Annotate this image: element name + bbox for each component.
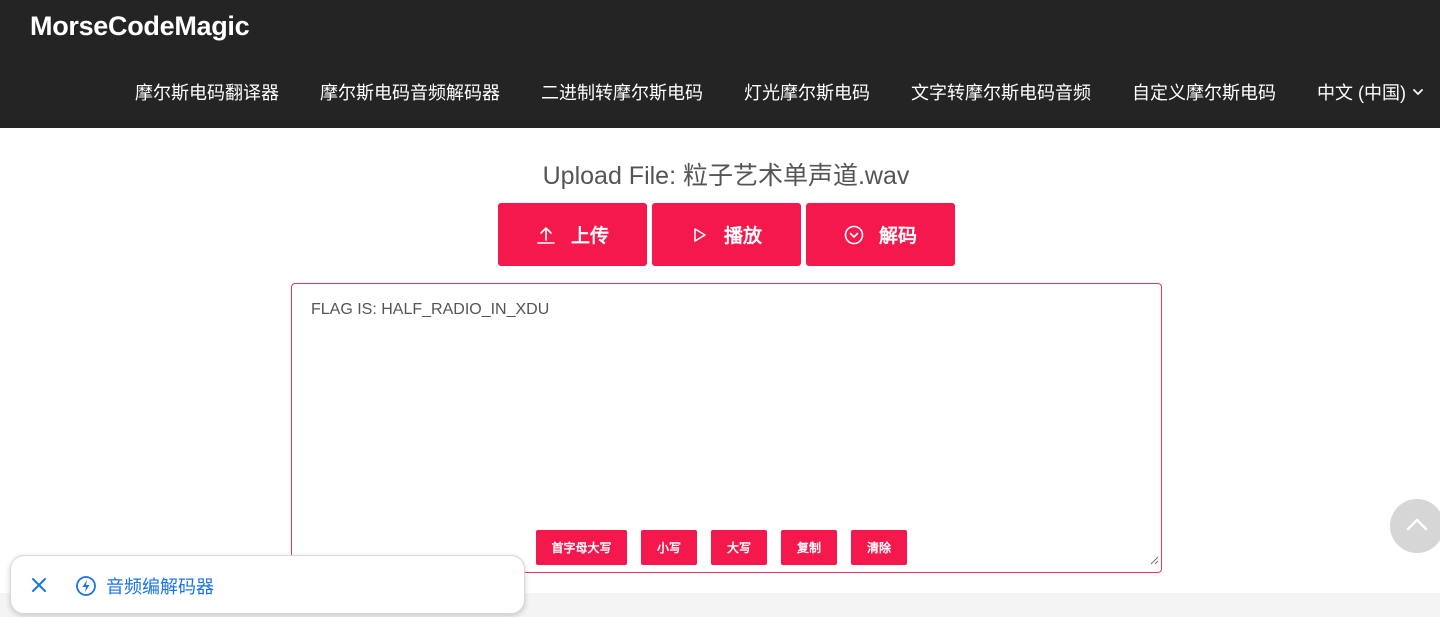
copy-button[interactable]: 复制: [781, 530, 837, 565]
audio-codec-label: 音频编解码器: [106, 577, 214, 597]
play-icon: [691, 226, 709, 244]
chevron-up-icon: [1406, 517, 1428, 536]
decode-button[interactable]: 解码: [806, 203, 955, 266]
play-button-label: 播放: [723, 226, 762, 247]
language-selector[interactable]: 中文 (中国): [1317, 79, 1424, 105]
audio-codec-link[interactable]: 音频编解码器: [75, 573, 214, 599]
lightning-bolt-icon: [75, 575, 97, 597]
nav-item-binary-to-morse[interactable]: 二进制转摩尔斯电码: [541, 79, 703, 105]
close-icon[interactable]: [30, 576, 48, 594]
upload-file-title: Upload File: 粒子艺术单声道.wav: [542, 162, 910, 190]
lowercase-button[interactable]: 小写: [641, 530, 697, 565]
language-label: 中文 (中国): [1317, 83, 1406, 103]
play-button[interactable]: 播放: [652, 203, 801, 266]
capitalize-button[interactable]: 首字母大写: [536, 530, 627, 565]
decoded-output-text: FLAG IS: HALF_RADIO_IN_XDU: [311, 301, 550, 318]
upload-icon: [536, 225, 556, 245]
chevron-down-icon: [1412, 86, 1424, 98]
audio-action-buttons: 上传 播放 解码: [498, 203, 960, 266]
uppercase-button[interactable]: 大写: [711, 530, 767, 565]
scroll-to-top-button[interactable]: [1390, 499, 1440, 553]
decode-button-label: 解码: [878, 226, 917, 247]
resize-handle-icon[interactable]: [1149, 552, 1159, 570]
nav-menu: 摩尔斯电码翻译器 摩尔斯电码音频解码器 二进制转摩尔斯电码 灯光摩尔斯电码 文字…: [135, 78, 1424, 106]
clear-button[interactable]: 清除: [851, 530, 907, 565]
nav-item-audio-decoder[interactable]: 摩尔斯电码音频解码器: [320, 79, 500, 105]
brand-logo[interactable]: MorseCodeMagic: [30, 11, 250, 42]
chevron-circle-down-icon: [844, 225, 864, 245]
upload-button-label: 上传: [570, 226, 609, 247]
nav-item-morse-translator[interactable]: 摩尔斯电码翻译器: [135, 79, 279, 105]
nav-item-text-to-audio[interactable]: 文字转摩尔斯电码音频: [911, 79, 1091, 105]
nav-item-custom-morse[interactable]: 自定义摩尔斯电码: [1132, 79, 1276, 105]
audio-codec-toast: 音频编解码器: [10, 555, 525, 614]
text-tool-buttons: 首字母大写 小写 大写 复制 清除: [536, 530, 921, 565]
upload-button[interactable]: 上传: [498, 203, 647, 266]
nav-item-light-morse[interactable]: 灯光摩尔斯电码: [744, 79, 870, 105]
top-navbar: MorseCodeMagic 摩尔斯电码翻译器 摩尔斯电码音频解码器 二进制转摩…: [0, 0, 1440, 128]
